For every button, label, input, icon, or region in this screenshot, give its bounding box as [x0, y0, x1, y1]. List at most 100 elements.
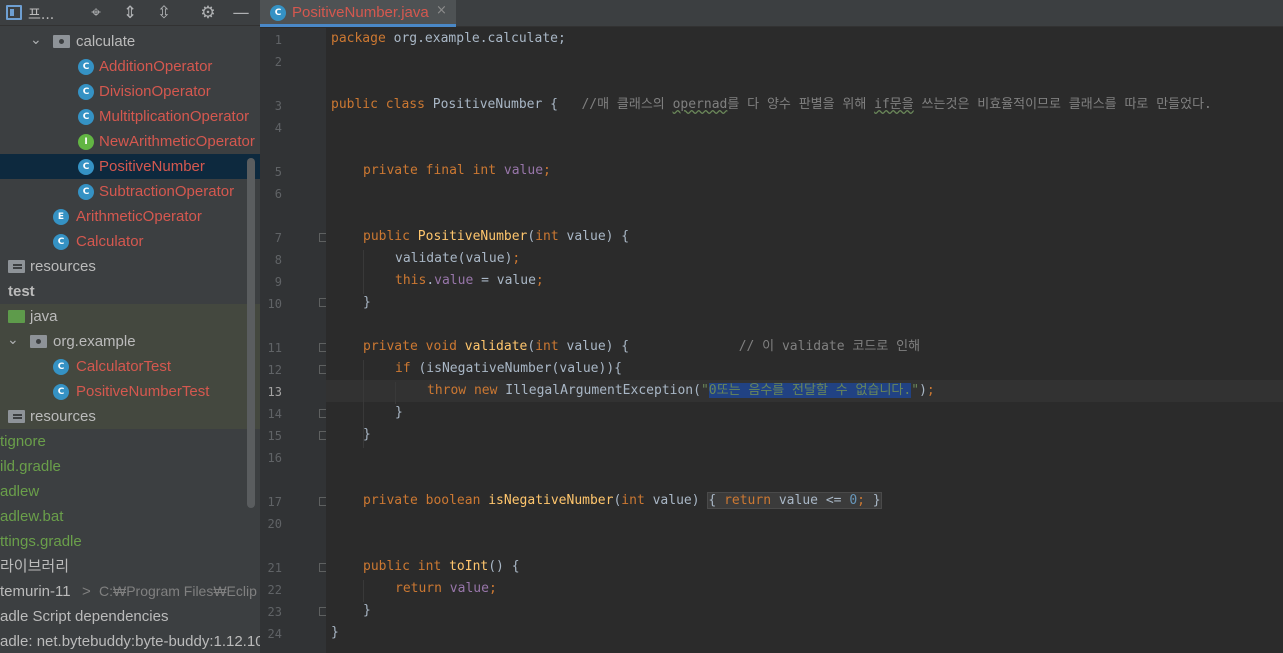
tree-scrollbar[interactable]: [247, 158, 255, 508]
tree-item-label: PositiveNumber: [99, 158, 205, 175]
tree-item-new-arithmetic-operator[interactable]: I NewArithmeticOperator: [0, 129, 260, 154]
tree-item-arithmetic-operator[interactable]: E ArithmeticOperator: [0, 204, 260, 229]
project-panel-icon[interactable]: [6, 5, 22, 20]
tree-item-label: DivisionOperator: [99, 83, 211, 100]
code-line-5: private final int value;: [363, 163, 551, 178]
code-line-21: public int toInt() {: [363, 559, 520, 574]
code-line-8: validate(value);: [395, 251, 521, 266]
tree-item-settings-gradle[interactable]: ttings.gradle: [0, 529, 260, 554]
tree-item-label: adlew: [0, 483, 40, 500]
class-icon: C: [78, 109, 94, 125]
collapse-all-icon[interactable]: ⇳: [153, 2, 175, 24]
line-number: 10: [267, 297, 282, 311]
tree-item-label: ttings.gradle: [0, 533, 82, 550]
package-folder-icon: [53, 35, 70, 48]
line-number: 8: [274, 253, 282, 267]
tree-item-test[interactable]: test: [0, 279, 260, 304]
tree-item-label: ild.gradle: [0, 458, 61, 475]
tree-item-java[interactable]: java: [0, 304, 260, 329]
package-folder-icon: [30, 335, 47, 348]
line-number: 7: [274, 231, 282, 245]
tree-item-gradlew-bat[interactable]: adlew.bat: [0, 504, 260, 529]
tree-item-external-libraries[interactable]: 라이브러리: [0, 554, 260, 579]
tree-item-script-deps[interactable]: adle Script dependencies: [0, 604, 260, 629]
tree-item-positive-number-test[interactable]: C PositiveNumberTest: [0, 379, 260, 404]
code-line-22: return value;: [395, 581, 497, 596]
line-number: 2: [274, 55, 282, 69]
line-number: 17: [267, 495, 282, 509]
line-number: 23: [267, 605, 282, 619]
code-editor[interactable]: package org.example.calculate; public cl…: [326, 28, 1283, 653]
folded-region[interactable]: { return value <= 0; }: [707, 492, 882, 509]
class-icon: C: [53, 234, 69, 250]
line-number-current: 13: [267, 385, 282, 399]
selected-text[interactable]: 0또는 음수를 전달할 수 없습니다.: [708, 383, 912, 398]
sdk-path: C:₩Program Files₩Eclip: [99, 583, 257, 599]
tree-item-label: test: [8, 283, 35, 300]
gear-icon[interactable]: ⚙: [197, 2, 219, 24]
tree-item-label: temurin-11: [0, 583, 71, 600]
minimize-icon[interactable]: —: [230, 2, 252, 24]
chevron-down-icon[interactable]: ⌄: [7, 332, 19, 348]
line-number: 14: [267, 407, 282, 421]
project-toolbar: 프... ⌖ ⇕ ⇳ ⚙ —: [0, 0, 260, 26]
expand-all-icon[interactable]: ⇕: [119, 2, 141, 24]
tab-label: PositiveNumber.java: [292, 4, 429, 21]
line-number: 6: [274, 187, 282, 201]
line-number: 21: [267, 561, 282, 575]
code-line-3: public class PositiveNumber { //매 클래스의 o…: [331, 97, 1212, 112]
code-line-1: package org.example.calculate;: [331, 31, 566, 46]
project-tree: ⌄ calculate C AdditionOperator C Divisio…: [0, 29, 260, 653]
tree-item-label: adle: net.bytebuddy:byte-buddy:1.12.10: [0, 633, 260, 650]
tree-item-build-gradle[interactable]: ild.gradle: [0, 454, 260, 479]
tree-item-label: adle Script dependencies: [0, 608, 169, 625]
tree-item-division-operator[interactable]: C DivisionOperator: [0, 79, 260, 104]
tree-item-subtraction-operator[interactable]: C SubtractionOperator: [0, 179, 260, 204]
class-icon: C: [78, 59, 94, 75]
class-icon: C: [270, 5, 286, 21]
line-number: 11: [267, 341, 282, 355]
class-icon: C: [78, 84, 94, 100]
project-panel-title[interactable]: 프...: [28, 4, 54, 24]
test-folder-icon: [8, 310, 25, 323]
tree-item-main-resources[interactable]: resources: [0, 254, 260, 279]
tree-item-org-example[interactable]: ⌄ org.example: [0, 329, 260, 354]
tree-item-label: MultitplicationOperator: [99, 108, 250, 125]
line-number: 4: [274, 121, 282, 135]
code-line-7: public PositiveNumber(int value) {: [363, 229, 630, 244]
tree-item-calculator[interactable]: C Calculator: [0, 229, 260, 254]
breadcrumb-arrow: >: [82, 583, 91, 600]
chevron-down-icon[interactable]: ⌄: [30, 32, 42, 48]
code-line-24: }: [331, 625, 339, 640]
line-number: 16: [267, 451, 282, 465]
tree-item-positive-number[interactable]: C PositiveNumber: [0, 154, 260, 179]
line-number: 15: [267, 429, 282, 443]
tree-item-sdk[interactable]: temurin-11 > C:₩Program Files₩Eclip: [0, 579, 260, 604]
line-number: 1: [274, 33, 282, 47]
tree-item-gitignore[interactable]: tignore: [0, 429, 260, 454]
tree-item-calculate[interactable]: ⌄ calculate: [0, 29, 260, 54]
tree-item-addition-operator[interactable]: C AdditionOperator: [0, 54, 260, 79]
tree-item-multiplication-operator[interactable]: C MultitplicationOperator: [0, 104, 260, 129]
tree-item-gradlew[interactable]: adlew: [0, 479, 260, 504]
editor-tabbar: C PositiveNumber.java ×: [260, 0, 1283, 27]
tab-positive-number[interactable]: C PositiveNumber.java ×: [260, 0, 456, 27]
test-class-icon: C: [53, 359, 69, 375]
tree-item-label: CalculatorTest: [76, 358, 172, 375]
locate-icon[interactable]: ⌖: [85, 2, 107, 24]
test-class-icon: C: [53, 384, 69, 400]
line-number: 24: [267, 627, 282, 641]
tree-item-bytebuddy[interactable]: adle: net.bytebuddy:byte-buddy:1.12.10: [0, 629, 260, 653]
tree-item-label: java: [30, 308, 58, 325]
resources-folder-icon: [8, 260, 25, 273]
line-number: 9: [274, 275, 282, 289]
code-line-9: this.value = value;: [395, 273, 544, 288]
close-icon[interactable]: ×: [436, 3, 447, 18]
tree-item-label: Calculator: [76, 233, 144, 250]
tree-item-test-resources[interactable]: resources: [0, 404, 260, 429]
tree-item-label: 라이브러리: [0, 558, 70, 575]
tree-item-calculator-test[interactable]: C CalculatorTest: [0, 354, 260, 379]
line-number: 12: [267, 363, 282, 377]
project-panel: 프... ⌖ ⇕ ⇳ ⚙ — ⌄ calculate C AdditionOpe…: [0, 0, 260, 653]
tree-item-label: tignore: [0, 433, 46, 450]
